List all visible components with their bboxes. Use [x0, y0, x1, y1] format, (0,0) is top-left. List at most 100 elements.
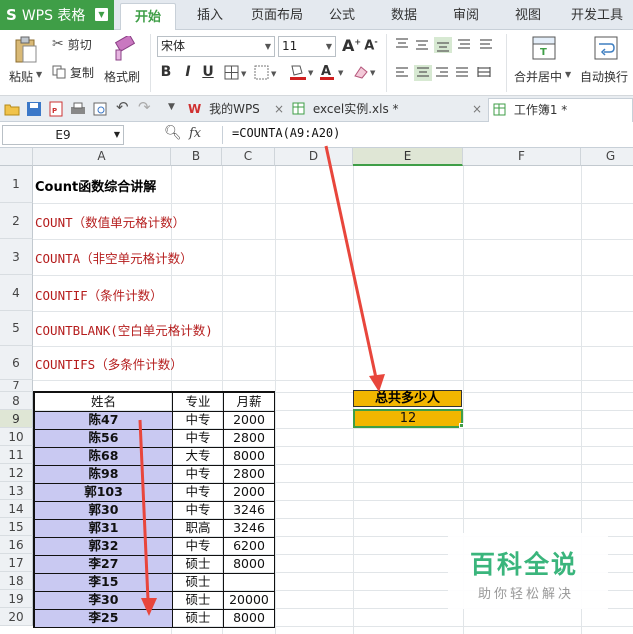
align-horizontal-row-icons[interactable] [394, 65, 504, 81]
table-cell-salary[interactable]: 8000 [224, 556, 275, 574]
bold-button[interactable]: B [158, 64, 174, 80]
formula-input[interactable]: =COUNTA(A9:A20) [232, 126, 340, 140]
undo-icon[interactable]: ↶ [116, 98, 129, 116]
column-header-c[interactable]: C [222, 148, 275, 166]
increase-font-icon[interactable]: A+ [342, 36, 361, 55]
doc-tab-workbook1[interactable]: 工作簿1 * [488, 98, 633, 122]
name-box[interactable]: E9 ▼ [2, 125, 124, 145]
column-header-g[interactable]: G [581, 148, 633, 166]
doc-tab-excel-example[interactable]: excel实例.xls * × [292, 98, 482, 122]
row-header[interactable]: 4 [0, 275, 33, 311]
row-header[interactable]: 2 [0, 203, 33, 239]
table-cell-name[interactable]: 郭103 [35, 484, 173, 502]
fill-color-icon[interactable]: ▼ [288, 63, 316, 81]
notes-title[interactable]: Count函数综合讲解 [35, 176, 156, 195]
table-cell-major[interactable]: 中专 [173, 430, 224, 448]
table-cell-major[interactable]: 大专 [173, 448, 224, 466]
close-icon[interactable]: × [472, 98, 482, 121]
redo-icon[interactable]: ↷ [138, 98, 151, 116]
font-size-select[interactable]: 11 ▼ [278, 36, 336, 57]
table-cell-name[interactable]: 陈98 [35, 466, 173, 484]
row-header[interactable]: 7 [0, 380, 33, 392]
function-icon[interactable]: fx [189, 126, 201, 141]
column-header-b[interactable]: B [171, 148, 222, 166]
tab-page-layout[interactable]: 页面布局 [244, 0, 310, 30]
row-header[interactable]: 18 [0, 572, 33, 590]
wrap-text-button[interactable]: 自动换行 [580, 34, 632, 92]
italic-button[interactable]: I [180, 64, 196, 80]
row-header[interactable]: 8 [0, 392, 33, 410]
borders-icon[interactable]: ▼ [224, 65, 250, 81]
table-header-name[interactable]: 姓名 [35, 393, 173, 412]
table-header-salary[interactable]: 月薪 [224, 393, 275, 412]
row-header[interactable]: 6 [0, 346, 33, 380]
paste-button[interactable]: 粘贴 ▼ [6, 34, 46, 92]
row-header[interactable]: 12 [0, 464, 33, 482]
table-cell-major[interactable]: 硕士 [173, 556, 224, 574]
zoom-icon[interactable]: 🔍︎ [164, 125, 182, 141]
table-cell-major[interactable]: 硕士 [173, 574, 224, 592]
row-header[interactable]: 19 [0, 590, 33, 608]
table-cell-major[interactable]: 硕士 [173, 592, 224, 610]
row-header[interactable]: 17 [0, 554, 33, 572]
select-all-corner[interactable] [0, 148, 33, 166]
row-header[interactable]: 9 [0, 410, 33, 428]
row-header[interactable]: 3 [0, 239, 33, 275]
table-cell-major[interactable]: 中专 [173, 466, 224, 484]
table-cell-major[interactable]: 中专 [173, 502, 224, 520]
tab-insert[interactable]: 插入 [184, 0, 236, 30]
decrease-font-icon[interactable]: A- [363, 37, 379, 53]
tab-home[interactable]: 开始 [120, 3, 176, 31]
table-cell-name[interactable]: 郭31 [35, 520, 173, 538]
font-name-select[interactable]: 宋体 ▼ [157, 36, 275, 57]
print-icon[interactable] [70, 101, 86, 117]
table-cell-name[interactable]: 李30 [35, 592, 173, 610]
table-cell-name[interactable]: 李15 [35, 574, 173, 592]
note-countifs[interactable]: COUNTIFS（多条件计数） [35, 354, 183, 373]
row-header[interactable]: 5 [0, 311, 33, 346]
align-top-row-icons[interactable] [394, 37, 504, 53]
note-countif[interactable]: COUNTIF（条件计数） [35, 285, 163, 304]
chevron-down-icon[interactable]: ▼ [168, 102, 175, 112]
table-cell-salary[interactable]: 2000 [224, 484, 275, 502]
note-countblank[interactable]: COUNTBLANK(空白单元格计数) [35, 320, 213, 339]
table-cell-major[interactable]: 中专 [173, 412, 224, 430]
table-cell-major[interactable]: 中专 [173, 538, 224, 556]
note-counta[interactable]: COUNTA（非空单元格计数） [35, 248, 193, 267]
result-value-cell[interactable]: 12 [353, 409, 463, 428]
row-header[interactable]: 20 [0, 608, 33, 626]
table-cell-salary[interactable]: 2000 [224, 412, 275, 430]
tab-review[interactable]: 审阅 [444, 0, 488, 30]
table-cell-major[interactable]: 职高 [173, 520, 224, 538]
tab-view[interactable]: 视图 [506, 0, 550, 30]
fill-handle[interactable] [459, 423, 464, 428]
doc-tab-my-wps[interactable]: W 我的WPS × [188, 98, 286, 122]
row-header[interactable]: 16 [0, 536, 33, 554]
format-painter-button[interactable]: 格式刷 [104, 34, 144, 92]
save-icon[interactable] [26, 101, 42, 117]
export-pdf-icon[interactable]: P [48, 101, 64, 117]
table-cell-salary[interactable]: 6200 [224, 538, 275, 556]
underline-button[interactable]: U [200, 64, 216, 80]
result-label-cell[interactable]: 总共多少人 [353, 390, 462, 407]
tab-formulas[interactable]: 公式 [320, 0, 364, 30]
font-color-icon[interactable]: A ▼ [318, 63, 346, 81]
table-cell-name[interactable]: 李27 [35, 556, 173, 574]
table-cell-name[interactable]: 郭30 [35, 502, 173, 520]
close-icon[interactable]: × [274, 98, 284, 121]
table-cell-major[interactable]: 硕士 [173, 610, 224, 628]
table-cell-salary[interactable]: 20000 [224, 592, 275, 610]
column-header-f[interactable]: F [463, 148, 581, 166]
clear-format-icon[interactable]: ▼ [352, 64, 378, 80]
column-header-d[interactable]: D [275, 148, 353, 166]
row-header[interactable]: 15 [0, 518, 33, 536]
table-cell-salary[interactable]: 2800 [224, 430, 275, 448]
tab-data[interactable]: 数据 [382, 0, 426, 30]
row-header[interactable]: 13 [0, 482, 33, 500]
cut-button[interactable]: ✂ 剪切 [52, 34, 92, 54]
copy-button[interactable]: 复制 [52, 62, 94, 82]
cell-style-icon[interactable]: ▼ [254, 65, 280, 81]
merge-center-button[interactable]: T 合并居中 ▼ [512, 34, 576, 92]
note-count[interactable]: COUNT（数值单元格计数） [35, 212, 185, 231]
tab-developer[interactable]: 开发工具 [564, 0, 630, 30]
